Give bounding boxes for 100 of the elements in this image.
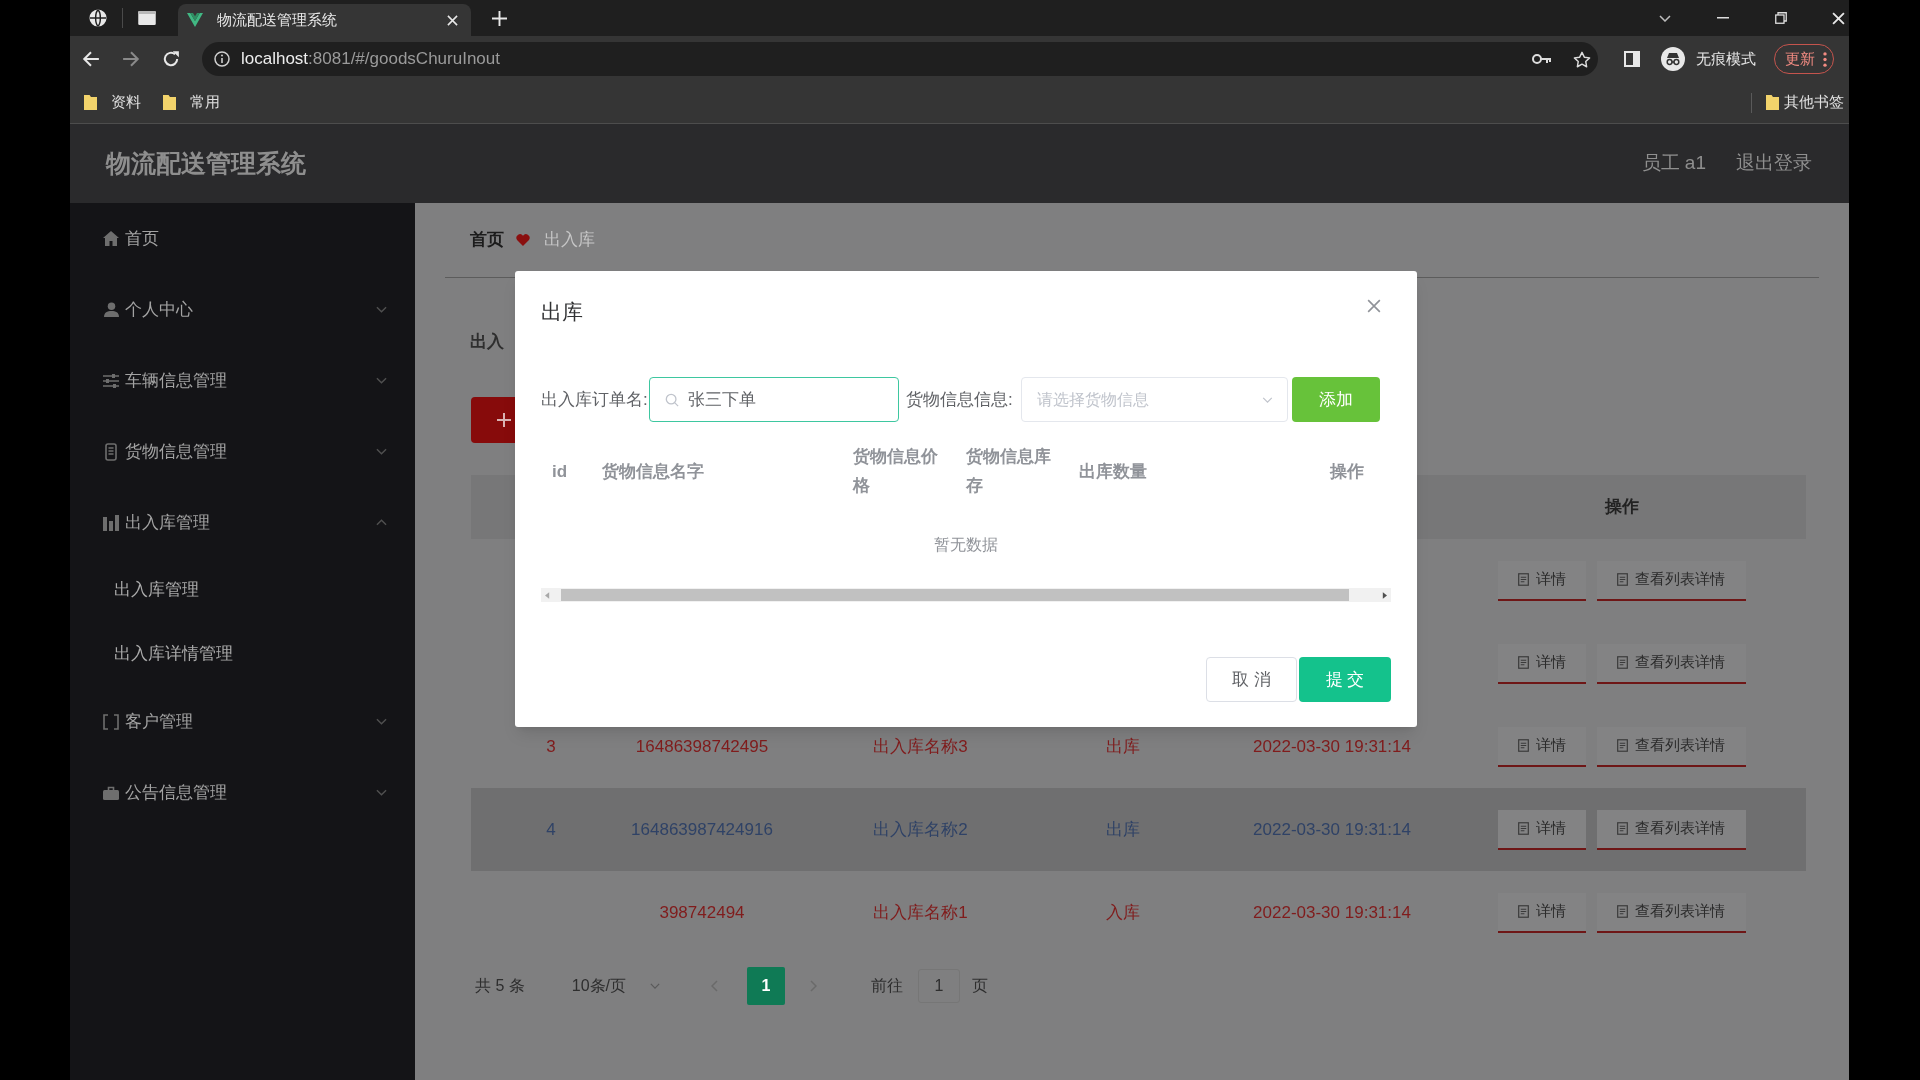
caret-icon [650, 983, 661, 989]
order-name: 出入库名称2 [873, 818, 968, 841]
sidebar-subitem[interactable]: 出入库详情管理 [70, 622, 415, 686]
column-header: 出库数量 [1079, 461, 1147, 481]
empty-message: 暂无数据 [934, 535, 998, 555]
list-detail-button[interactable]: 查看列表详情 [1596, 726, 1746, 767]
heart-icon [516, 234, 530, 246]
cancel-button[interactable]: 取 消 [1206, 657, 1297, 702]
sidebar-item[interactable]: 出入库管理 [70, 487, 415, 558]
document-icon [1617, 822, 1628, 835]
profile-button[interactable]: 无痕模式 [1661, 47, 1756, 71]
bookmark-item[interactable]: 常用 [163, 91, 220, 114]
row-number: 3 [546, 735, 556, 758]
chevron-down-icon[interactable] [1659, 14, 1671, 22]
field-label: 出入库订单名: [541, 388, 649, 411]
document-icon [1617, 573, 1628, 586]
order-id: 164863987424916 [631, 818, 773, 841]
order-id: 398742494 [659, 901, 745, 924]
close-tab-icon[interactable] [447, 14, 458, 26]
detail-button[interactable]: 详情 [1497, 892, 1586, 933]
document-icon [1517, 656, 1529, 669]
order-name: 出入库名称3 [873, 735, 968, 758]
column-header: 货物信息库存 [966, 447, 1051, 495]
document-icon [1617, 739, 1628, 752]
detail-button[interactable]: 详情 [1497, 643, 1586, 684]
briefcase-icon [103, 785, 119, 800]
user-name: 员工 a1 [1641, 151, 1706, 176]
reload-icon[interactable] [162, 50, 180, 68]
column-header: 货物信息名字 [602, 461, 704, 481]
sidebar-item[interactable]: 个人中心 [70, 274, 415, 345]
order-type: 出库 [1106, 818, 1140, 841]
logout-link[interactable]: 退出登录 [1736, 149, 1812, 178]
order-name-field[interactable]: 张三下单 [649, 377, 899, 422]
folder-icon [1766, 95, 1779, 110]
sidebar-item[interactable]: 公告信息管理 [70, 757, 415, 828]
order-time: 2022-03-30 19:31:14 [1253, 818, 1411, 841]
bookmark-item[interactable]: 资料 [84, 91, 141, 114]
side-panel-icon[interactable] [1624, 51, 1640, 67]
minimize-icon[interactable] [1717, 17, 1729, 19]
list-detail-button[interactable]: 查看列表详情 [1596, 809, 1746, 850]
list-detail-button[interactable]: 查看列表详情 [1596, 560, 1746, 601]
page-button[interactable]: 1 [747, 967, 786, 1005]
document-icon [1617, 905, 1628, 918]
column-header: id [552, 461, 568, 481]
jump-label: 前往 [871, 976, 904, 996]
detail-button[interactable]: 详情 [1497, 809, 1586, 850]
page-suffix: 页 [972, 976, 989, 996]
list-detail-button[interactable]: 查看列表详情 [1596, 892, 1746, 933]
forward-icon[interactable] [122, 50, 140, 68]
horizontal-scrollbar[interactable] [541, 588, 1391, 602]
detail-button[interactable]: 详情 [1497, 726, 1586, 767]
order-id: 16486398742495 [635, 735, 769, 758]
three-dots-icon[interactable] [1823, 51, 1827, 67]
restore-icon[interactable] [1775, 12, 1787, 24]
breadcrumb-current: 出入库 [544, 229, 595, 252]
brackets-icon [103, 713, 119, 730]
order-name: 出入库名称1 [873, 901, 968, 924]
address-bar[interactable]: localhost:8081/#/goodsChuruInout [202, 42, 1598, 76]
column-header: 货物信息价格 [853, 447, 938, 495]
sliders-icon [103, 373, 119, 388]
page-jump-field[interactable]: 1 [918, 969, 961, 1003]
list-detail-button[interactable]: 查看列表详情 [1596, 643, 1746, 684]
document-icon [1517, 573, 1529, 586]
dialog-title: 出库 [541, 299, 583, 326]
breadcrumb-link[interactable]: 首页 [470, 227, 504, 253]
sidebar-subitem[interactable]: 出入库管理 [70, 558, 415, 622]
bar-chart-icon [103, 514, 119, 531]
incognito-icon [1661, 47, 1685, 71]
app-title: 物流配送管理系统 [106, 147, 306, 179]
url-text: localhost:8081/#/goodsChuruInout [241, 48, 500, 71]
sidebar-item[interactable]: 车辆信息管理 [70, 345, 415, 416]
browser-tab[interactable]: 物流配送管理系统 [178, 4, 471, 36]
new-tab-icon[interactable] [492, 10, 507, 26]
star-icon[interactable] [1573, 50, 1591, 68]
search-icon [665, 392, 679, 407]
field-label: 货物信息信息: [906, 388, 1014, 411]
back-icon[interactable] [82, 50, 100, 68]
person-icon [103, 302, 119, 317]
scrollbar-thumb[interactable] [561, 589, 1349, 601]
sidebar-item[interactable]: 货物信息管理 [70, 416, 415, 487]
column-header: 操作 [1330, 461, 1364, 481]
globe-icon[interactable] [89, 9, 107, 27]
folder-icon [163, 95, 176, 110]
plus-icon [497, 413, 511, 427]
sidebar-item[interactable]: 客户管理 [70, 686, 415, 757]
v-logo-icon [187, 13, 203, 27]
info-icon[interactable] [214, 51, 230, 67]
total-count: 共 5 条 [475, 976, 525, 996]
bookmark-item[interactable]: 其他书签 [1766, 91, 1844, 114]
document-icon [1617, 656, 1628, 669]
order-type: 出库 [1106, 735, 1140, 758]
scroll-right-icon[interactable] [1382, 591, 1387, 599]
add-button[interactable] [471, 397, 515, 443]
search-label: 出入 [470, 331, 504, 353]
key-icon[interactable] [1532, 53, 1552, 65]
page-size-select[interactable]: 10条/页 [571, 974, 661, 998]
sidebar-item[interactable]: 首页 [70, 203, 415, 274]
order-type: 入库 [1106, 901, 1140, 924]
detail-button[interactable]: 详情 [1497, 560, 1586, 601]
order-time: 2022-03-30 19:31:14 [1253, 735, 1411, 758]
